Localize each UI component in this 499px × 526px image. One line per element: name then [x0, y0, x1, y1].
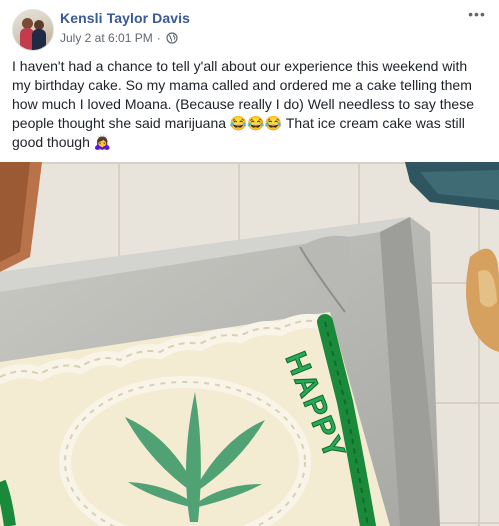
post-header: Kensli Taylor Davis July 2 at 6:01 PM · … — [0, 0, 499, 56]
avatar[interactable] — [12, 9, 54, 51]
more-options-icon[interactable]: ••• — [465, 7, 489, 24]
cake-photo[interactable]: HAPPY — [0, 162, 499, 526]
post-timestamp[interactable]: July 2 at 6:01 PM — [60, 31, 153, 45]
author-name[interactable]: Kensli Taylor Davis — [60, 10, 190, 26]
post-body-text: I haven't had a chance to tell y'all abo… — [12, 58, 478, 150]
globe-icon[interactable] — [166, 32, 178, 44]
meta-separator: · — [156, 31, 161, 45]
post-meta: July 2 at 6:01 PM · — [60, 31, 178, 45]
